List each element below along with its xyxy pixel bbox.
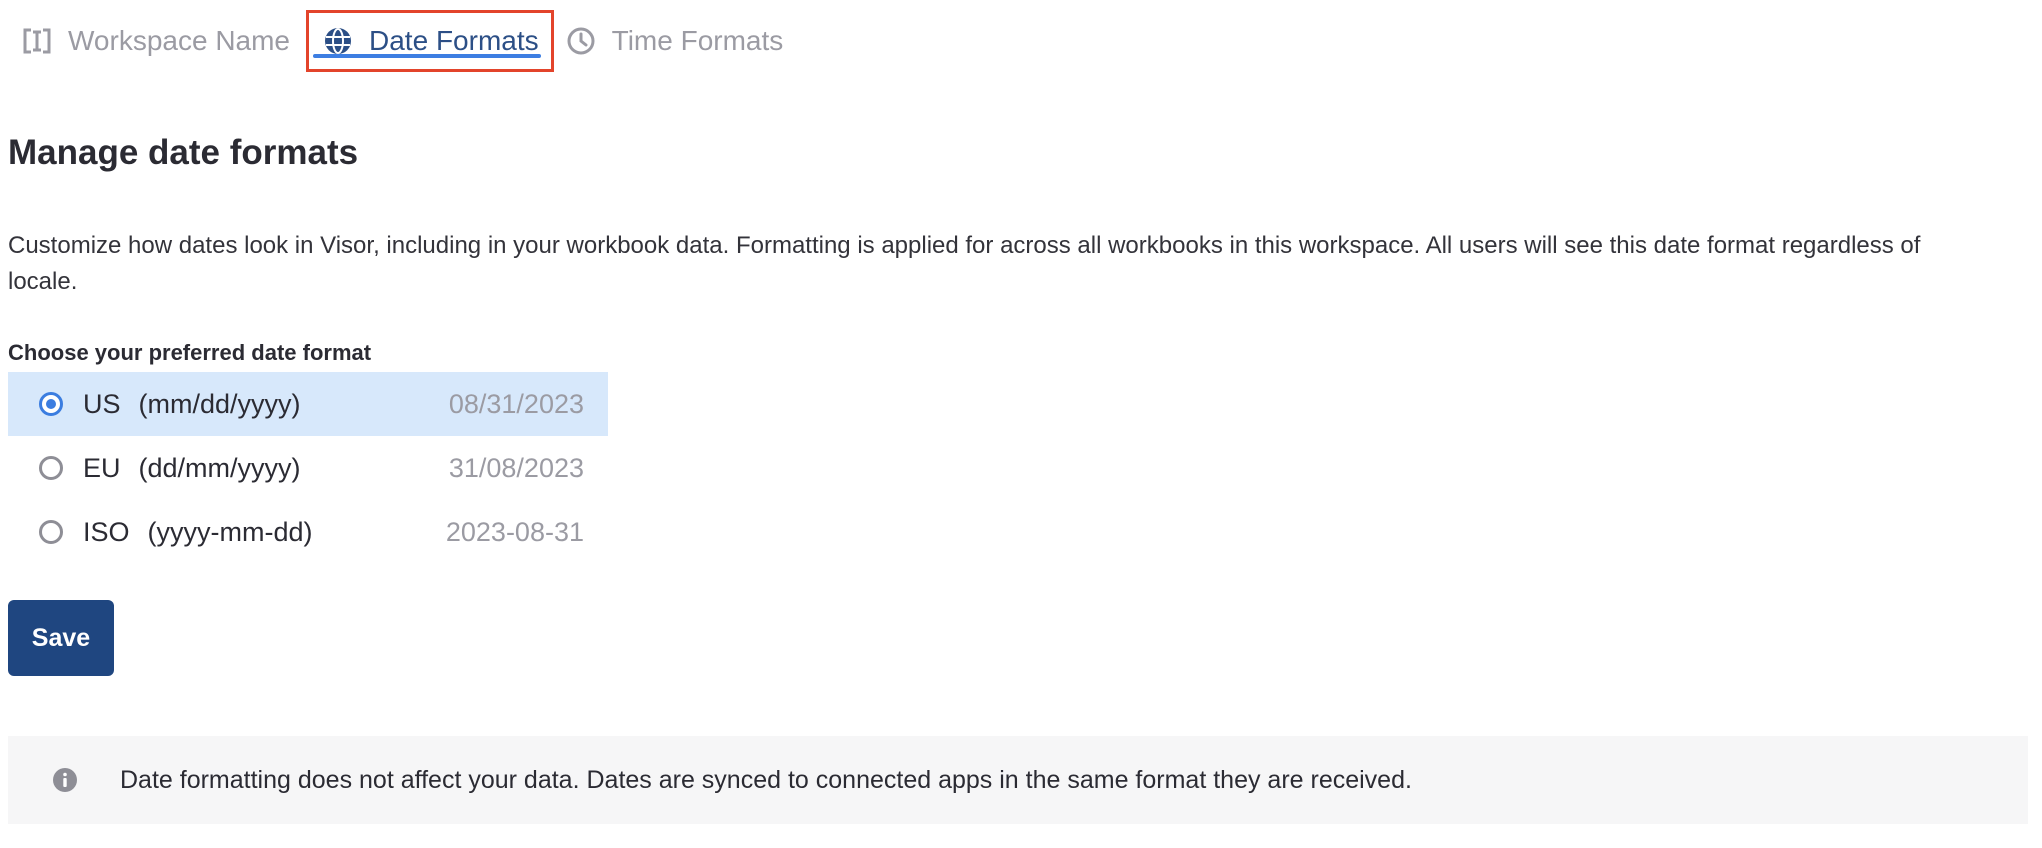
workspace-name-icon	[20, 24, 54, 58]
option-name: US	[83, 388, 121, 419]
radio-button-eu[interactable]	[39, 456, 63, 480]
info-text: Date formatting does not affect your dat…	[120, 765, 1412, 794]
tab-workspace-name[interactable]: Workspace Name	[20, 10, 300, 72]
date-format-label: Choose your preferred date format	[8, 340, 372, 365]
radio-button-us[interactable]	[39, 392, 63, 416]
date-format-option-eu[interactable]: EU (dd/mm/yyyy) 31/08/2023	[8, 436, 608, 500]
date-format-option-iso[interactable]: ISO (yyyy-mm-dd) 2023-08-31	[8, 500, 608, 564]
option-pattern: (yyyy-mm-dd)	[147, 516, 313, 547]
save-button[interactable]: Save	[8, 600, 114, 676]
active-tab-indicator	[313, 54, 541, 58]
option-name: ISO	[83, 516, 130, 547]
option-pattern: (mm/dd/yyyy)	[138, 388, 301, 419]
date-format-option-us[interactable]: US (mm/dd/yyyy) 08/31/2023	[8, 372, 608, 436]
info-banner: Date formatting does not affect your dat…	[8, 736, 2028, 824]
globe-icon	[321, 24, 355, 58]
tab-label: Date Formats	[369, 25, 539, 56]
radio-button-iso[interactable]	[39, 520, 63, 544]
option-example: 08/31/2023	[448, 388, 584, 419]
tab-date-formats[interactable]: Date Formats	[306, 10, 554, 72]
tab-label: Time Formats	[611, 25, 784, 56]
option-pattern: (dd/mm/yyyy)	[138, 452, 301, 483]
page-description: Customize how dates look in Visor, inclu…	[8, 232, 1921, 295]
tab-label: Workspace Name	[68, 25, 291, 56]
settings-tabs: Workspace Name Date Formats Time Formats	[20, 10, 783, 72]
page-title: Manage date formats	[8, 133, 359, 172]
date-format-radio-group: US (mm/dd/yyyy) 08/31/2023 EU (dd/mm/yyy…	[8, 372, 608, 564]
tab-time-formats[interactable]: Time Formats	[560, 10, 784, 72]
clock-icon	[564, 24, 598, 58]
option-name: EU	[83, 452, 121, 483]
info-icon	[52, 767, 78, 793]
option-example: 31/08/2023	[448, 452, 584, 483]
option-example: 2023-08-31	[445, 516, 584, 547]
